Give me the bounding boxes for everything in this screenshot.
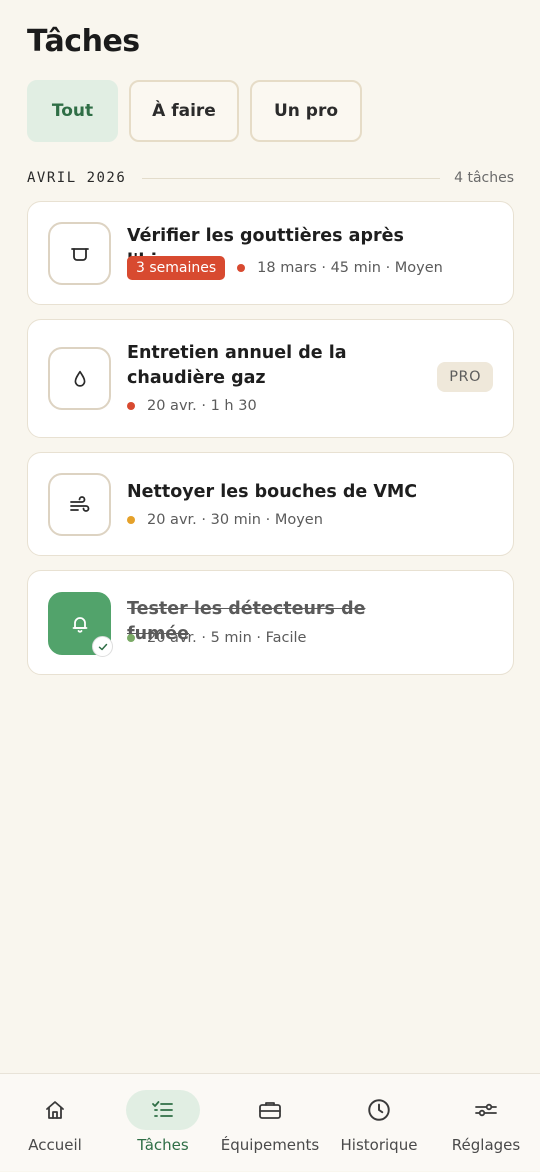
checklist-icon <box>126 1090 200 1130</box>
priority-dot <box>127 402 135 410</box>
task-meta-row: 20 avr. · 30 min · Moyen <box>127 512 323 528</box>
drop-icon <box>48 347 111 410</box>
task-card-boiler[interactable]: Entretien annuel de la chaudière gaz 20 … <box>27 319 514 438</box>
sliders-icon <box>449 1090 523 1130</box>
wind-icon <box>48 473 111 536</box>
section-divider <box>142 177 441 179</box>
task-title: Nettoyer les bouches de VMC <box>127 482 418 502</box>
priority-dot <box>237 264 246 272</box>
task-title: Entretien annuel de la chaudière gaz <box>127 343 347 388</box>
pro-badge: PRO <box>437 362 493 392</box>
bell-icon <box>48 592 113 657</box>
nav-label: Équipements <box>220 1136 320 1154</box>
filter-chip-pro[interactable]: Un pro <box>250 80 362 142</box>
task-meta: 20 avr. · 5 min · Facile <box>147 630 307 646</box>
bottom-navigation: Accueil Tâches Équipements Historique Ré… <box>0 1073 540 1171</box>
filter-chip-all[interactable]: Tout <box>27 80 118 142</box>
nav-item-tasks[interactable]: Tâches <box>120 1074 206 1172</box>
gutter-icon <box>48 222 111 285</box>
filter-chip-todo[interactable]: À faire <box>129 80 239 142</box>
done-check-icon <box>92 636 113 657</box>
home-icon <box>18 1090 92 1130</box>
task-meta-row: 20 avr. · 5 min · Facile <box>127 630 306 646</box>
nav-item-settings[interactable]: Réglages <box>446 1074 526 1172</box>
task-meta: 20 avr. · 30 min · Moyen <box>147 512 323 528</box>
section-task-count: 4 tâches <box>454 170 514 186</box>
section-header: AVRIL 2026 4 tâches <box>27 167 514 189</box>
page-title: Tâches <box>27 24 140 59</box>
priority-dot <box>127 516 135 524</box>
nav-item-home[interactable]: Accueil <box>17 1074 93 1172</box>
nav-label: Réglages <box>451 1136 521 1154</box>
clock-icon <box>342 1090 416 1130</box>
priority-dot <box>127 634 135 642</box>
task-meta-row: 3 semaines 18 mars · 45 min · Moyen <box>127 256 443 280</box>
task-meta: 18 mars · 45 min · Moyen <box>257 260 443 276</box>
nav-label: Tâches <box>137 1136 189 1154</box>
nav-item-equipment[interactable]: Équipements <box>220 1074 320 1172</box>
overdue-badge: 3 semaines <box>127 256 226 280</box>
task-card-vmc[interactable]: Nettoyer les bouches de VMC 20 avr. · 30… <box>27 452 514 556</box>
filter-chips: Tout À faire Un pro <box>27 80 362 142</box>
toolbox-icon <box>233 1090 307 1130</box>
nav-label: Accueil <box>28 1136 82 1154</box>
task-meta: 20 avr. · 1 h 30 <box>147 398 257 414</box>
task-card-smoke-detectors[interactable]: Tester les détecteurs de fumée 20 avr. ·… <box>27 570 514 675</box>
section-month-label: AVRIL 2026 <box>27 170 127 186</box>
task-card-gutters[interactable]: Vérifier les gouttières après l'hiver 3 … <box>27 201 514 305</box>
nav-label: Historique <box>340 1136 418 1154</box>
nav-item-history[interactable]: Historique <box>336 1074 422 1172</box>
task-meta-row: 20 avr. · 1 h 30 <box>127 398 257 414</box>
